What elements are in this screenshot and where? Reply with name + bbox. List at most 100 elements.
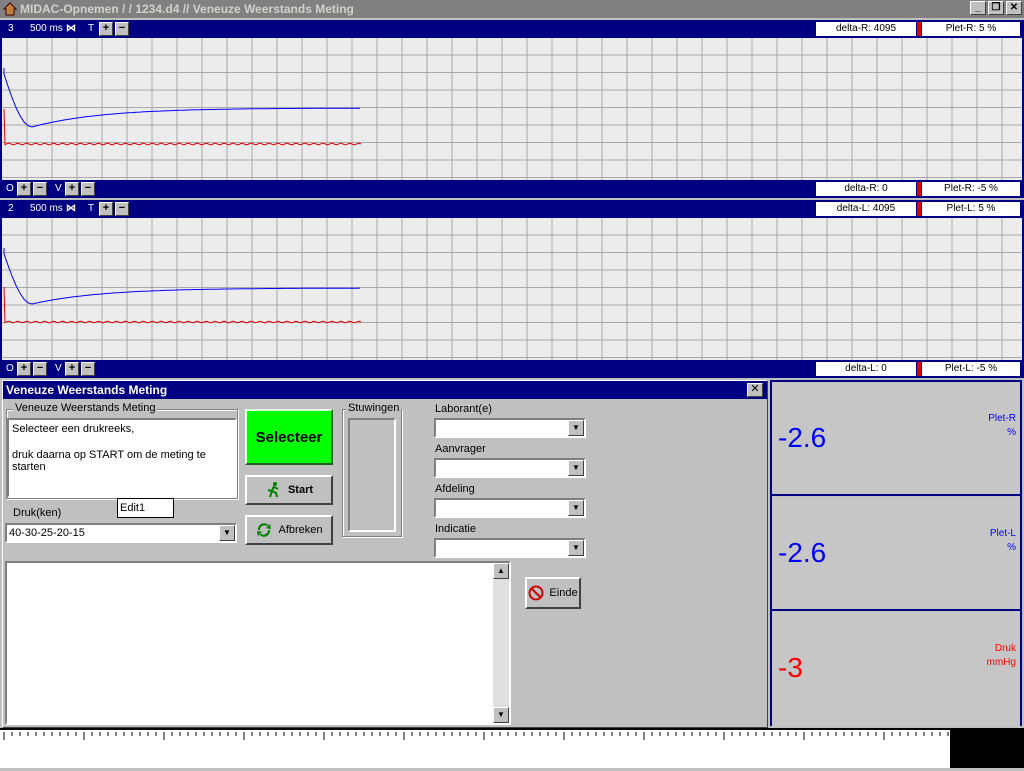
channel-3-bottom-bar: O + − V + − delta-R: 0 Plet-R: -5 % bbox=[0, 180, 1024, 198]
dropdown-arrow-icon[interactable]: ▼ bbox=[568, 420, 584, 436]
volume-down-button[interactable]: − bbox=[81, 182, 95, 196]
status-block bbox=[950, 728, 1024, 768]
laborant-select[interactable]: ▼ bbox=[434, 418, 586, 438]
running-man-icon bbox=[267, 482, 279, 498]
notes-textarea[interactable]: ▲ ▼ bbox=[5, 561, 511, 725]
dropdown-arrow-icon[interactable]: ▼ bbox=[568, 460, 584, 476]
dropdown-arrow-icon[interactable]: ▼ bbox=[219, 525, 235, 541]
dialog-title: Veneuze Weerstands Meting bbox=[3, 381, 767, 399]
offset-label: O bbox=[6, 363, 14, 374]
afdeling-label: Afdeling bbox=[435, 483, 475, 495]
dropdown-arrow-icon[interactable]: ▼ bbox=[568, 500, 584, 516]
end-button-label: Einde bbox=[549, 587, 578, 599]
channel-3-graph bbox=[0, 38, 1024, 180]
time-ruler-ticks bbox=[3, 732, 949, 740]
meter-label: Plet-L% bbox=[990, 527, 1016, 555]
stuwingen-label: Stuwingen bbox=[346, 402, 402, 414]
instruction-text: Selecteer een drukreeks, druk daarna op … bbox=[7, 418, 237, 498]
meter-value: -2.6 bbox=[778, 422, 827, 453]
timebase-label: 500 ms bbox=[30, 23, 63, 34]
indicatie-select[interactable]: ▼ bbox=[434, 538, 586, 558]
measurement-dialog: Veneuze Weerstands Meting ✕ Veneuze Weer… bbox=[2, 380, 768, 728]
aanvrager-label: Aanvrager bbox=[435, 443, 486, 455]
plet-readout: Plet-L: 5 % bbox=[922, 202, 1020, 216]
trace-red bbox=[3, 108, 362, 146]
scroll-up-icon[interactable]: ▲ bbox=[493, 563, 509, 579]
aanvrager-select[interactable]: ▼ bbox=[434, 458, 586, 478]
volume-label: V bbox=[55, 363, 62, 374]
zoom-in-button[interactable]: + bbox=[99, 202, 113, 216]
marker bbox=[917, 202, 921, 216]
channel-2-graph bbox=[0, 218, 1024, 360]
dropdown-arrow-icon[interactable]: ▼ bbox=[568, 540, 584, 556]
zoom-in-button[interactable]: + bbox=[99, 22, 113, 36]
dialog-close-button[interactable]: ✕ bbox=[747, 383, 763, 397]
instruction-line-2: druk daarna op START om de meting te sta… bbox=[12, 449, 206, 473]
no-entry-icon bbox=[528, 585, 544, 601]
offset-up-button[interactable]: + bbox=[17, 182, 31, 196]
restore-button[interactable]: ❐ bbox=[988, 1, 1004, 15]
instruction-group: Veneuze Weerstands Meting Selecteer een … bbox=[6, 402, 238, 499]
notes-scrollbar[interactable]: ▲ ▼ bbox=[493, 563, 509, 723]
afdeling-select[interactable]: ▼ bbox=[434, 498, 586, 518]
trace-blue bbox=[3, 68, 360, 128]
instruction-line-1: Selecteer een drukreeks, bbox=[12, 423, 135, 435]
scroll-down-icon[interactable]: ▼ bbox=[493, 707, 509, 723]
volume-down-button[interactable]: − bbox=[81, 362, 95, 376]
window-titlebar: MIDAC-Opnemen / / 1234.d4 // Veneuze Wee… bbox=[0, 0, 1024, 18]
house-icon bbox=[3, 2, 17, 16]
offset-down-button[interactable]: − bbox=[33, 362, 47, 376]
marker bbox=[917, 362, 921, 376]
delta-readout: delta-L: 0 bbox=[816, 362, 916, 376]
plet-readout: Plet-R: 5 % bbox=[922, 22, 1020, 36]
pressures-label: Druk(ken) bbox=[13, 507, 62, 519]
meter-plet-l: -2.6 Plet-L% bbox=[772, 497, 1020, 611]
stuwingen-panel bbox=[348, 418, 396, 532]
abort-button[interactable]: Afbreken bbox=[245, 515, 333, 545]
offset-up-button[interactable]: + bbox=[17, 362, 31, 376]
trigger-label: T bbox=[88, 203, 95, 214]
meter-name: Druk bbox=[994, 643, 1016, 654]
window-title: MIDAC-Opnemen / / 1234.d4 // Veneuze Wee… bbox=[20, 2, 354, 16]
volume-up-button[interactable]: + bbox=[65, 182, 79, 196]
timebase-label: 500 ms bbox=[30, 203, 63, 214]
abort-button-label: Afbreken bbox=[278, 524, 323, 536]
plet-readout: Plet-R: -5 % bbox=[922, 182, 1020, 196]
zoom-out-button[interactable]: − bbox=[115, 202, 129, 216]
channel-id: 3 bbox=[8, 23, 14, 34]
instruction-group-label: Veneuze Weerstands Meting bbox=[13, 402, 158, 414]
trigger-label: T bbox=[88, 23, 95, 34]
meter-plet-r: -2.6 Plet-R% bbox=[772, 382, 1020, 496]
select-button[interactable]: Selecteer bbox=[245, 409, 333, 465]
volume-label: V bbox=[55, 183, 62, 194]
channel-2-top-bar: 2 500 ms ⋈ T + − delta-L: 4095 Plet-L: 5… bbox=[0, 200, 1024, 218]
meter-label: Plet-R% bbox=[988, 412, 1016, 440]
timebase-expand-icon[interactable]: ⋈ bbox=[66, 22, 76, 36]
channel-3-svg bbox=[2, 38, 1022, 180]
close-button[interactable]: ✕ bbox=[1006, 1, 1022, 15]
channel-2-bottom-bar: O + − V + − delta-L: 0 Plet-L: -5 % bbox=[0, 360, 1024, 378]
minimize-button[interactable]: _ bbox=[970, 1, 986, 15]
meter-unit: % bbox=[1007, 542, 1016, 553]
start-button[interactable]: Start bbox=[245, 475, 333, 505]
trace-blue bbox=[3, 248, 361, 305]
offset-down-button[interactable]: − bbox=[33, 182, 47, 196]
timebase-expand-icon[interactable]: ⋈ bbox=[66, 202, 76, 216]
zoom-out-button[interactable]: − bbox=[115, 22, 129, 36]
meter-name: Plet-L bbox=[989, 528, 1016, 539]
time-ruler bbox=[0, 728, 950, 768]
meters-panel: -2.6 Plet-R% -2.6 Plet-L% -3 Druk mmHg bbox=[770, 380, 1022, 726]
refresh-icon bbox=[257, 523, 272, 537]
plet-readout: Plet-L: -5 % bbox=[922, 362, 1020, 376]
meter-druk: -3 Druk mmHg bbox=[772, 612, 1020, 726]
channel-2-svg bbox=[2, 218, 1022, 360]
delta-readout: delta-L: 4095 bbox=[816, 202, 916, 216]
pressures-value: 40-30-25-20-15 bbox=[9, 527, 85, 539]
edit1-field[interactable]: Edit1 bbox=[117, 498, 174, 518]
meter-label: Druk mmHg bbox=[987, 642, 1016, 670]
volume-up-button[interactable]: + bbox=[65, 362, 79, 376]
delta-readout: delta-R: 0 bbox=[816, 182, 916, 196]
pressures-select[interactable]: 40-30-25-20-15 ▼ bbox=[5, 523, 237, 543]
end-button[interactable]: Einde bbox=[525, 577, 581, 609]
meter-unit: mmHg bbox=[986, 657, 1016, 668]
